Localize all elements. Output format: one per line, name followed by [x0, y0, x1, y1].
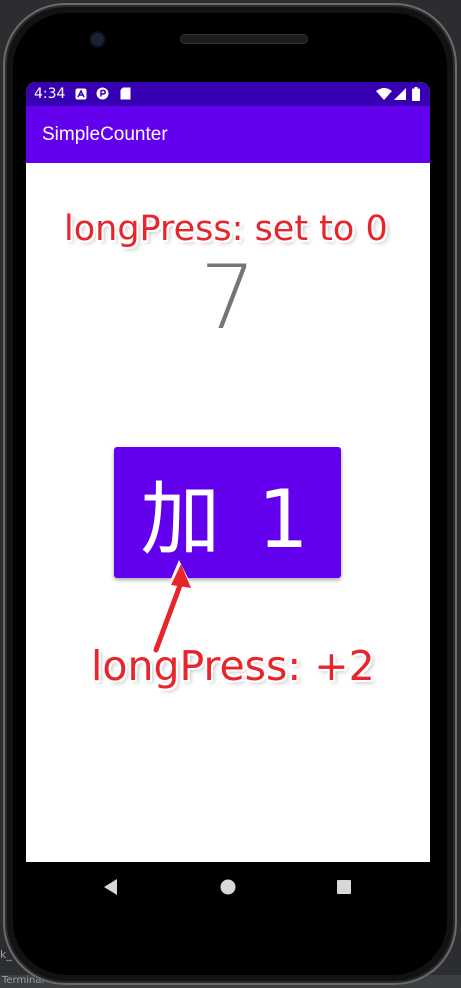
p-notification-icon	[96, 87, 109, 100]
status-time: 4:34	[34, 86, 66, 102]
navigation-bar	[26, 862, 430, 912]
recents-square-icon[interactable]	[333, 876, 355, 898]
device-screen: 4:34 SimpleCounter longPress: set to 0 7…	[26, 82, 430, 862]
annotation-button-longpress: longPress: +2	[91, 642, 375, 690]
app-toolbar: SimpleCounter	[26, 106, 430, 163]
signal-icon	[393, 87, 406, 100]
back-triangle-icon[interactable]	[100, 876, 122, 898]
battery-icon	[411, 86, 420, 101]
wifi-icon	[376, 87, 392, 100]
earpiece-speaker	[180, 34, 308, 44]
annotation-counter-longpress: longPress: set to 0	[64, 209, 388, 249]
status-bar: 4:34	[26, 82, 430, 106]
front-camera	[91, 33, 104, 46]
sd-card-icon	[119, 87, 132, 100]
a-notification-icon	[74, 87, 87, 100]
home-circle-icon[interactable]	[217, 876, 239, 898]
app-title: SimpleCounter	[42, 124, 168, 145]
counter-value[interactable]: 7	[26, 254, 430, 342]
